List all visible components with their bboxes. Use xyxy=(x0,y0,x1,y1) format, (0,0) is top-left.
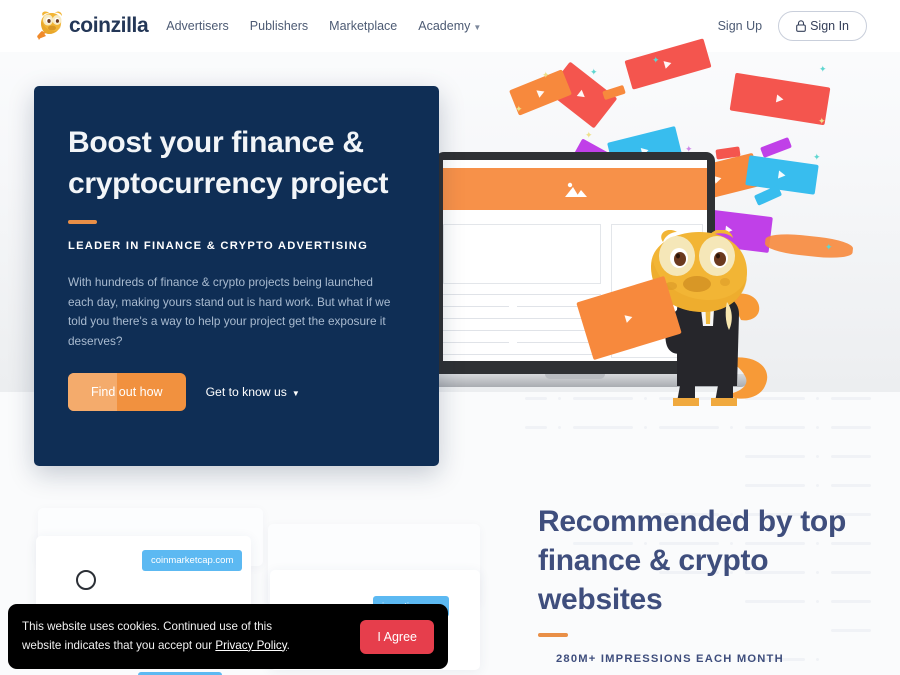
text-line xyxy=(443,330,601,331)
privacy-policy-link[interactable]: Privacy Policy xyxy=(215,639,286,652)
recommended-subtitle: 280M+ IMPRESSIONS EACH MONTH xyxy=(556,653,784,665)
page-root: ✦ ✦ ✦ ✦ ✦ ✦ ✦ ✦ ✦ ✦ ✦ xyxy=(0,0,900,675)
sparkle-icon: ✦ xyxy=(652,55,660,65)
chevron-down-icon: ▼ xyxy=(473,22,482,32)
hero-kicker: LEADER IN FINANCE & CRYPTO ADVERTISING xyxy=(68,240,369,252)
brand-logo[interactable]: coinzilla xyxy=(33,11,149,41)
cookie-banner-text: This website uses cookies. Continued use… xyxy=(22,618,312,655)
i-agree-label: I Agree xyxy=(377,629,417,644)
recommended-title: Recommended by top finance & crypto webs… xyxy=(538,505,846,616)
recommended-accent-rule xyxy=(538,633,568,637)
sparkle-icon: ✦ xyxy=(813,152,821,162)
find-out-how-button[interactable]: Find out how xyxy=(68,373,186,411)
partner-badge-coinmarketcap[interactable]: coinmarketcap.com xyxy=(142,550,243,571)
nav-item-label: Academy xyxy=(418,19,471,33)
hero-actions: Find out how Get to know us ▼ xyxy=(68,373,405,411)
sparkle-icon: ✦ xyxy=(818,116,826,126)
cookie-text-after: . xyxy=(286,638,290,652)
flying-ad-card xyxy=(729,72,831,126)
sign-in-label: Sign In xyxy=(810,19,849,33)
content-box xyxy=(443,224,601,284)
text-line xyxy=(443,354,601,355)
sign-in-button[interactable]: Sign In xyxy=(778,11,867,41)
lock-icon xyxy=(796,20,806,32)
partner-badge-label: coinmarketcap.com xyxy=(151,555,234,566)
hero-body-text: With hundreds of finance & crypto projec… xyxy=(68,275,391,348)
sparkle-icon: ✦ xyxy=(590,67,598,77)
nav-auth-group: Sign Up Sign In xyxy=(718,11,867,41)
sparkle-icon: ✦ xyxy=(585,130,593,140)
nav-item-label: Marketplace xyxy=(329,19,398,33)
nav-item-publishers[interactable]: Publishers xyxy=(250,19,308,33)
text-line xyxy=(443,318,601,319)
find-out-how-label: Find out how xyxy=(91,385,163,399)
text-line xyxy=(443,306,509,307)
recommended-copy: Recommended by top finance & crypto webs… xyxy=(538,502,878,665)
get-to-know-us-link[interactable]: Get to know us ▼ xyxy=(206,385,300,399)
nav-item-marketplace[interactable]: Marketplace xyxy=(329,19,397,33)
flying-ad-card xyxy=(745,155,819,195)
text-line xyxy=(443,342,509,343)
sparkle-icon: ✦ xyxy=(819,64,827,74)
image-placeholder-icon xyxy=(564,182,587,197)
dinosaur-mascot-logo-icon xyxy=(37,11,62,40)
sparkle-icon: ✦ xyxy=(542,70,550,80)
banner-ad-placeholder xyxy=(443,168,707,210)
hero-accent-rule xyxy=(68,220,97,224)
chevron-down-icon: ▼ xyxy=(291,388,300,398)
flying-ad-card xyxy=(760,136,792,159)
hero-title: Boost your finance & cryptocurrency proj… xyxy=(68,126,389,200)
nav-links: Advertisers Publishers Marketplace Acade… xyxy=(166,19,481,33)
sparkle-icon: ✦ xyxy=(825,242,833,252)
get-to-know-us-label: Get to know us xyxy=(205,385,287,399)
partner-logo-glyph xyxy=(76,570,96,590)
nav-item-label: Advertisers xyxy=(166,19,229,33)
nav-item-academy[interactable]: Academy ▼ xyxy=(418,19,481,33)
nav-item-label: Publishers xyxy=(249,19,309,33)
cookie-banner: This website uses cookies. Continued use… xyxy=(8,604,448,669)
nav-item-advertisers[interactable]: Advertisers xyxy=(166,19,229,33)
i-agree-button[interactable]: I Agree xyxy=(360,619,434,654)
flying-ad-card xyxy=(753,185,783,206)
hero-card: Boost your finance & cryptocurrency proj… xyxy=(34,86,439,466)
sparkle-icon: ✦ xyxy=(515,104,523,114)
brand-name: coinzilla xyxy=(69,14,149,37)
sign-up-link[interactable]: Sign Up xyxy=(718,19,762,33)
hero-illustration: ✦ ✦ ✦ ✦ ✦ ✦ ✦ ✦ ✦ ✦ ✦ xyxy=(395,38,900,406)
text-line xyxy=(443,294,601,295)
navbar: coinzilla Advertisers Publishers Marketp… xyxy=(0,0,900,52)
laptop-notch xyxy=(545,374,605,379)
